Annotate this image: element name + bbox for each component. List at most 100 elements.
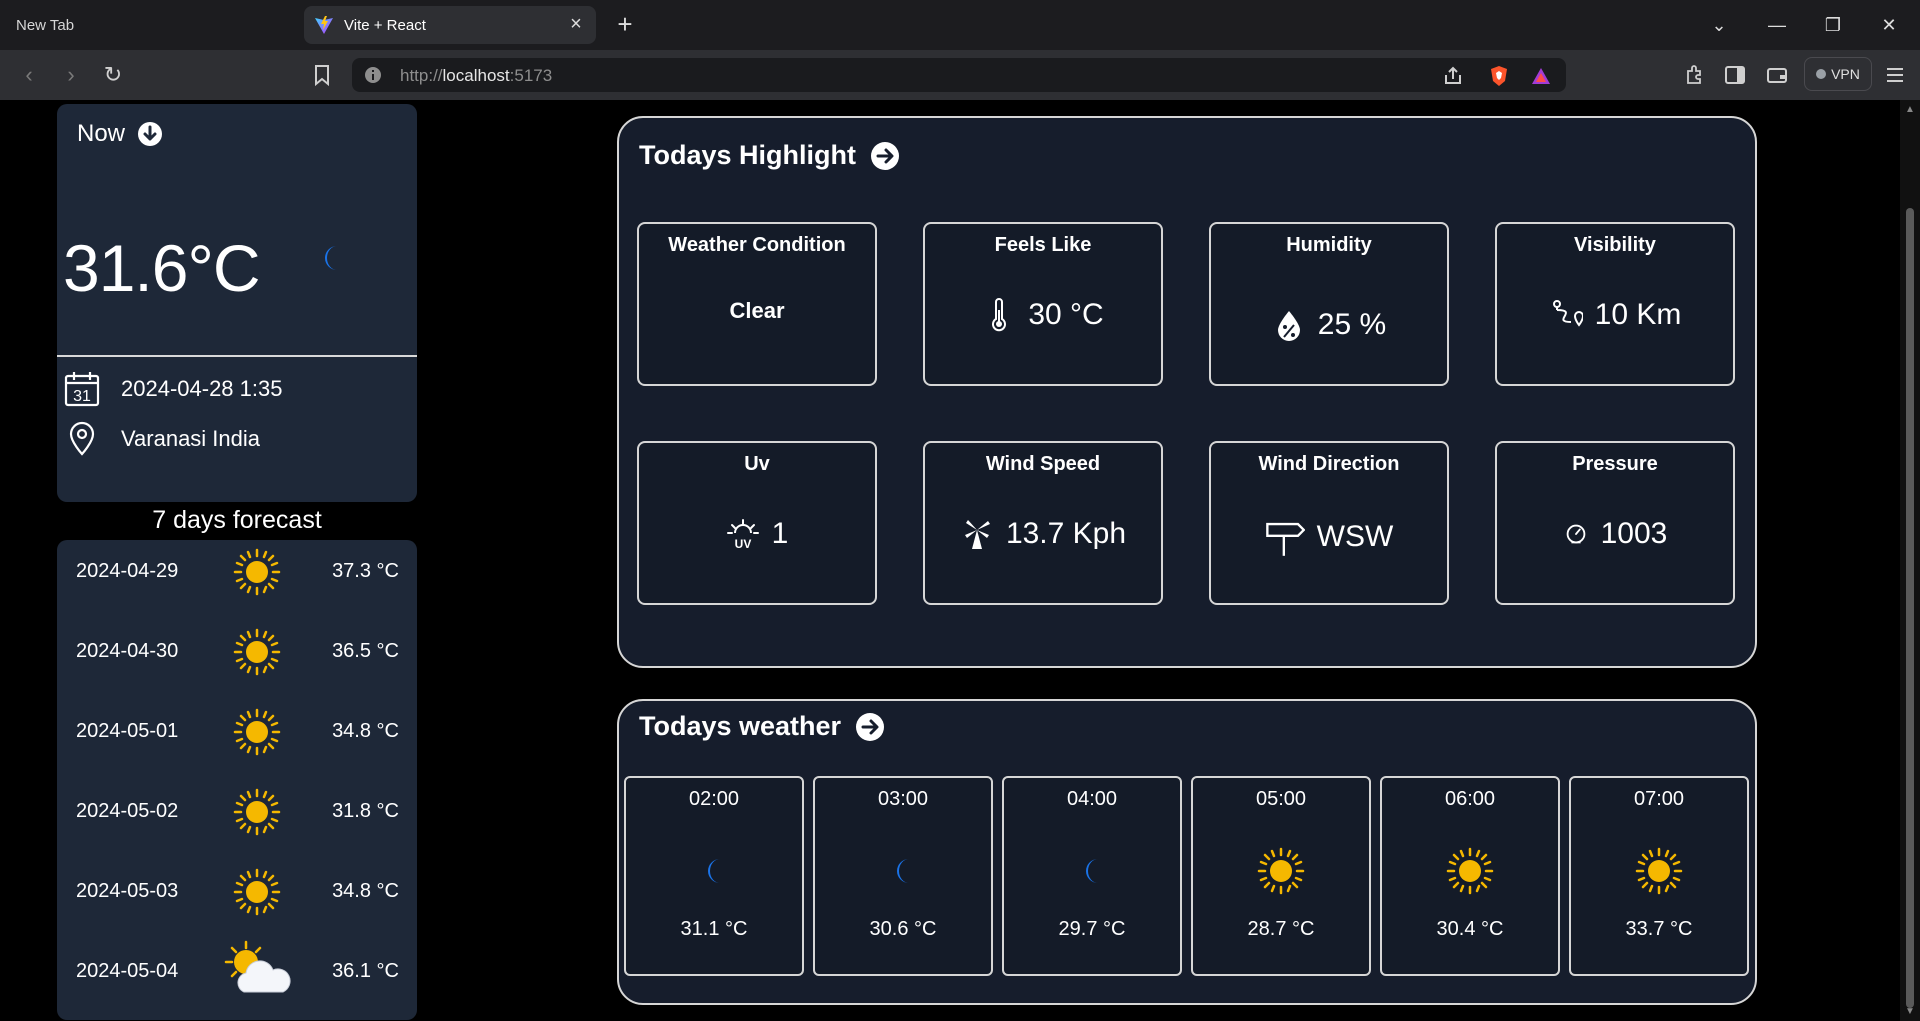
moon-icon: [708, 859, 720, 883]
highlight-wind-direction: Wind Direction WSW: [1209, 441, 1449, 605]
highlight-label: Weather Condition: [668, 234, 846, 256]
now-title: Now: [77, 120, 126, 147]
forecast-row: 2024-05-03 34.8 °C: [57, 860, 417, 920]
highlight-value: 13.7 Kph: [925, 517, 1161, 551]
address-bar[interactable]: http://localhost:5173: [352, 58, 1566, 92]
arrow-down-circle-icon[interactable]: [137, 121, 163, 147]
reload-button[interactable]: ↻: [100, 62, 126, 88]
highlight-label: Uv: [744, 453, 770, 475]
highlight-label: Visibility: [1574, 234, 1656, 256]
calendar-icon: 31: [64, 372, 100, 407]
highlight-label: Pressure: [1572, 453, 1658, 475]
todays-highlight-panel: Todays Highlight Weather Condition Clear…: [617, 116, 1757, 668]
location-row: Varanasi India: [63, 420, 260, 458]
arrow-right-circle-icon[interactable]: [870, 141, 900, 171]
browser-toolbar: ‹ › ↻ http://localhost:5173: [0, 50, 1920, 100]
forecast-temp: 34.8 °C: [332, 720, 399, 742]
hourly-time: 05:00: [1255, 788, 1307, 810]
forecast-title: 7 days forecast: [152, 506, 322, 534]
forecast-temp: 34.8 °C: [332, 880, 399, 902]
highlight-uv: Uv UV 1: [637, 441, 877, 605]
todays-weather-heading: Todays weather: [639, 711, 885, 742]
hourly-time: 07:00: [1633, 788, 1685, 810]
wallet-icon[interactable]: [1765, 63, 1789, 87]
bookmark-icon[interactable]: [310, 63, 334, 87]
highlight-wind-speed: Wind Speed 13.7 Kph: [923, 441, 1163, 605]
forecast-row: 2024-05-01 34.8 °C: [57, 700, 417, 760]
partly-cloudy-icon: [224, 940, 291, 993]
highlight-value: UV 1: [639, 517, 875, 551]
windmill-icon: [964, 520, 990, 549]
sun-icon: [233, 868, 281, 916]
back-button[interactable]: ‹: [16, 62, 42, 88]
scroll-up-arrow-icon[interactable]: ▲: [1904, 104, 1916, 115]
arrow-right-circle-icon[interactable]: [855, 712, 885, 742]
forecast-date: 2024-05-04: [76, 960, 179, 982]
close-window-button[interactable]: ✕: [1876, 12, 1902, 38]
forward-button[interactable]: ›: [58, 62, 84, 88]
tab-label: New Tab: [16, 16, 75, 34]
highlight-label: Wind Speed: [985, 453, 1101, 475]
hourly-time: 02:00: [688, 788, 740, 810]
highlight-label: Feels Like: [994, 234, 1092, 256]
scroll-thumb[interactable]: [1906, 208, 1914, 1008]
hourly-card: 07:00 33.7 °C: [1569, 776, 1749, 976]
moon-icon: [1086, 859, 1098, 883]
gauge-icon: [1566, 524, 1585, 544]
close-tab-icon[interactable]: ×: [566, 14, 586, 35]
extensions-icon[interactable]: [1683, 63, 1707, 87]
forecast-temp: 36.5 °C: [332, 640, 399, 662]
page-viewport: Now 31.6°C 31 2024-04-28 1:35 Varanasi I…: [0, 100, 1900, 1021]
menu-icon[interactable]: [1883, 63, 1907, 87]
forecast-row: 2024-05-04 36.1 °C: [57, 940, 417, 1000]
svg-text:UV: UV: [734, 537, 751, 551]
restore-button[interactable]: ❐: [1820, 12, 1846, 38]
sidebar-icon[interactable]: [1723, 63, 1747, 87]
highlight-value: WSW: [1211, 517, 1447, 557]
todays-weather-title: Todays weather: [639, 711, 842, 741]
highlight-value: 25 %: [1211, 308, 1447, 342]
highlight-value: 30 °C: [925, 298, 1161, 332]
tab-vite-react[interactable]: Vite + React ×: [304, 6, 596, 44]
highlight-value: 10 Km: [1497, 298, 1733, 332]
hourly-temp: 33.7 °C: [1625, 918, 1693, 940]
page-scrollbar[interactable]: ▲ ▼: [1900, 100, 1920, 1021]
vpn-button[interactable]: VPN: [1804, 57, 1872, 91]
highlight-heading: Todays Highlight: [639, 140, 900, 171]
sun-icon: [233, 548, 281, 596]
location-pin-icon: [69, 421, 95, 456]
minimize-button[interactable]: —: [1764, 12, 1790, 38]
tab-list-chevron-icon[interactable]: ⌄: [1706, 12, 1732, 38]
hourly-time: 03:00: [877, 788, 929, 810]
brave-rewards-icon[interactable]: [1530, 65, 1552, 87]
forecast-card: 2024-04-29 37.3 °C 2024-04-30 36.5 °C 20…: [57, 540, 417, 1020]
sun-icon: [233, 788, 281, 836]
forecast-row: 2024-04-29 37.3 °C: [57, 540, 417, 600]
current-weather-card: Now 31.6°C 31 2024-04-28 1:35 Varanasi I…: [57, 104, 417, 502]
site-info-icon[interactable]: [364, 66, 382, 84]
hourly-temp: 30.6 °C: [869, 918, 937, 940]
tab-new-tab[interactable]: New Tab: [0, 6, 300, 44]
moon-icon: [897, 859, 909, 883]
new-tab-button[interactable]: +: [612, 11, 638, 38]
forecast-temp: 31.8 °C: [332, 800, 399, 822]
forecast-date: 2024-04-30: [76, 640, 179, 662]
uv-icon: UV: [726, 519, 759, 551]
sun-icon: [1446, 847, 1494, 895]
forecast-temp: 36.1 °C: [332, 960, 399, 982]
hourly-temp: 28.7 °C: [1247, 918, 1315, 940]
highlight-value: Clear: [729, 298, 785, 323]
highlight-value: 1003: [1497, 517, 1733, 551]
forecast-row: 2024-05-02 31.8 °C: [57, 780, 417, 840]
highlight-label: Humidity: [1286, 234, 1372, 256]
share-icon[interactable]: [1442, 65, 1464, 87]
now-heading: Now: [77, 120, 163, 148]
forecast-temp: 37.3 °C: [332, 560, 399, 582]
svg-text:31: 31: [73, 388, 91, 405]
hourly-card: 06:00 30.4 °C: [1380, 776, 1560, 976]
forecast-date: 2024-05-03: [76, 880, 179, 902]
brave-shields-icon[interactable]: [1488, 65, 1510, 87]
forecast-date: 2024-05-02: [76, 800, 179, 822]
scroll-down-arrow-icon[interactable]: ▼: [1904, 1006, 1916, 1017]
vpn-label: VPN: [1831, 66, 1860, 82]
